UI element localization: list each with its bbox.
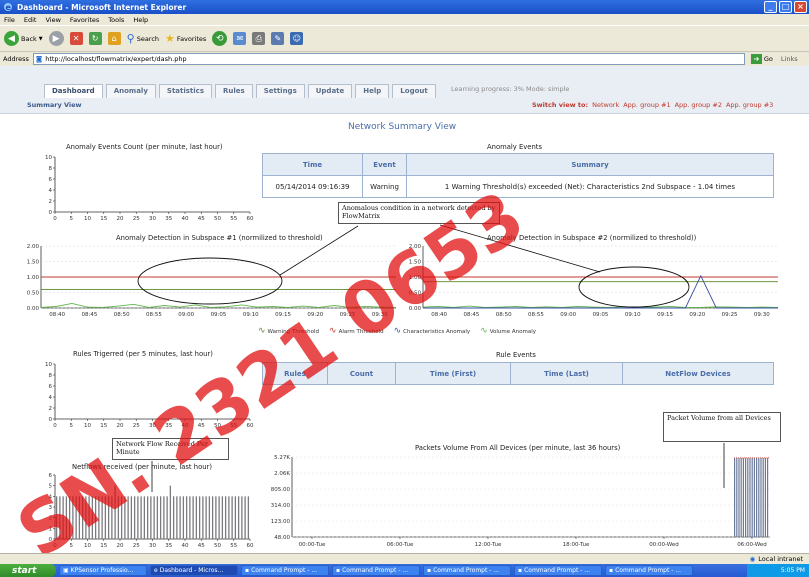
system-tray: 5:05 PM (747, 564, 809, 577)
start-button[interactable]: start (0, 564, 56, 577)
callout-leader-line (439, 224, 601, 273)
task-cmd-5[interactable]: ▪ Command Prompt - ... (605, 565, 693, 576)
app-icon: ▣ (63, 567, 69, 574)
task-label: Command Prompt - ... (342, 567, 409, 574)
screen: e Dashboard - Microsoft Internet Explore… (0, 0, 809, 577)
cmd-icon: ▪ (609, 567, 614, 574)
highlight-ellipse-subspace-2 (578, 266, 690, 308)
annotation-overlay (137, 224, 725, 492)
callout-leader-line (279, 225, 359, 276)
zone-label: Local intranet (758, 555, 803, 563)
task-cmd-4[interactable]: ▪ Command Prompt - ... (514, 565, 602, 576)
cmd-icon: ▪ (518, 567, 523, 574)
taskbar: start ▣ KPSensor Professio... e Dashboard … (0, 564, 809, 577)
cmd-icon: ▪ (427, 567, 432, 574)
ie-icon: e (154, 567, 158, 574)
status-bar: ◉ Local intranet (0, 553, 809, 564)
task-kpsensor[interactable]: ▣ KPSensor Professio... (59, 565, 147, 576)
task-label: KPSensor Professio... (70, 567, 134, 574)
task-label: Command Prompt - ... (251, 567, 318, 574)
task-cmd-1[interactable]: ▪ Command Prompt - ... (241, 565, 329, 576)
task-label: Command Prompt - ... (433, 567, 500, 574)
task-cmd-3[interactable]: ▪ Command Prompt - ... (423, 565, 511, 576)
task-cmd-2[interactable]: ▪ Command Prompt - ... (332, 565, 420, 576)
intranet-icon: ◉ (749, 555, 756, 563)
task-label: Dashboard - Micros... (159, 567, 224, 574)
cmd-icon: ▪ (336, 567, 341, 574)
highlight-ellipse-subspace-1 (137, 257, 283, 305)
task-dashboard[interactable]: e Dashboard - Micros... (150, 565, 238, 576)
cmd-icon: ▪ (245, 567, 250, 574)
clock: 5:05 PM (780, 567, 805, 574)
task-label: Command Prompt - ... (615, 567, 682, 574)
task-label: Command Prompt - ... (524, 567, 591, 574)
